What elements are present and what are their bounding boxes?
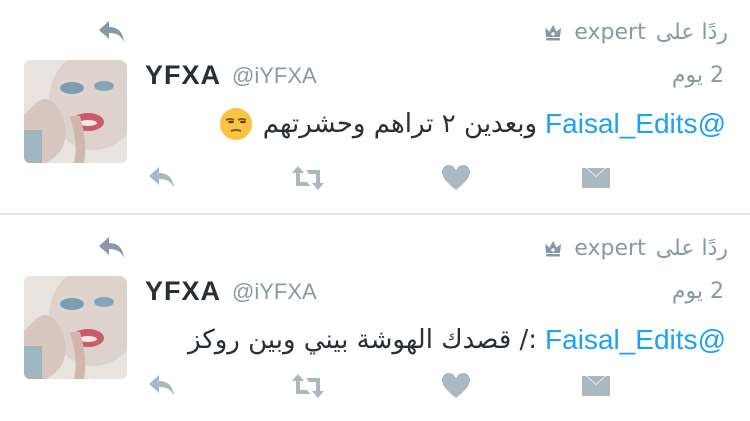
reply-context-user[interactable]: expert bbox=[574, 20, 645, 45]
display-name[interactable]: YFXA bbox=[145, 60, 221, 91]
direct-message-icon[interactable] bbox=[576, 160, 616, 196]
retweet-icon[interactable] bbox=[288, 368, 328, 404]
crown-icon bbox=[542, 21, 564, 43]
user-handle[interactable]: @iYFXA bbox=[232, 63, 317, 89]
timestamp[interactable]: 2 يوم bbox=[672, 63, 724, 88]
mention-link[interactable]: @Faisal_Edits bbox=[545, 108, 726, 140]
tweet-body-text: :/ قصدك الهوشة بيني وبين روكز bbox=[188, 325, 538, 355]
tweet-text: @Faisal_Edits وبعدين ٢ تراهم وحشرتهم bbox=[219, 104, 726, 144]
reply-arrow-icon[interactable] bbox=[96, 232, 128, 264]
crown-icon bbox=[542, 237, 564, 259]
mention-link[interactable]: @Faisal_Edits bbox=[545, 324, 726, 356]
like-icon[interactable] bbox=[436, 368, 476, 404]
avatar[interactable] bbox=[24, 276, 127, 379]
reply-arrow-icon[interactable] bbox=[96, 16, 128, 48]
tweet-text: @Faisal_Edits :/ قصدك الهوشة بيني وبين ر… bbox=[188, 320, 726, 360]
like-icon[interactable] bbox=[436, 160, 476, 196]
reply-context-label: ردًا على bbox=[655, 19, 728, 45]
reply-context-label: ردًا على bbox=[655, 235, 728, 261]
tweet[interactable]: ردًا على expert YFXA @iYFXA 2 يوم @Faisa… bbox=[0, 216, 750, 421]
timestamp[interactable]: 2 يوم bbox=[672, 279, 724, 304]
divider bbox=[0, 213, 750, 215]
direct-message-icon[interactable] bbox=[576, 368, 616, 404]
reply-icon[interactable] bbox=[142, 160, 182, 196]
unamused-face-icon bbox=[219, 107, 253, 141]
retweet-icon[interactable] bbox=[288, 160, 328, 196]
display-name[interactable]: YFXA bbox=[145, 276, 221, 307]
reply-context: ردًا على expert bbox=[542, 16, 728, 48]
tweet-body-text: وبعدين ٢ تراهم وحشرتهم bbox=[262, 109, 538, 139]
avatar[interactable] bbox=[24, 60, 127, 163]
reply-icon[interactable] bbox=[142, 368, 182, 404]
reply-context: ردًا على expert bbox=[542, 232, 728, 264]
reply-context-user[interactable]: expert bbox=[574, 236, 645, 261]
user-handle[interactable]: @iYFXA bbox=[232, 279, 317, 305]
tweet[interactable]: ردًا على expert YFXA @iYFXA 2 يوم @Faisa… bbox=[0, 0, 750, 213]
